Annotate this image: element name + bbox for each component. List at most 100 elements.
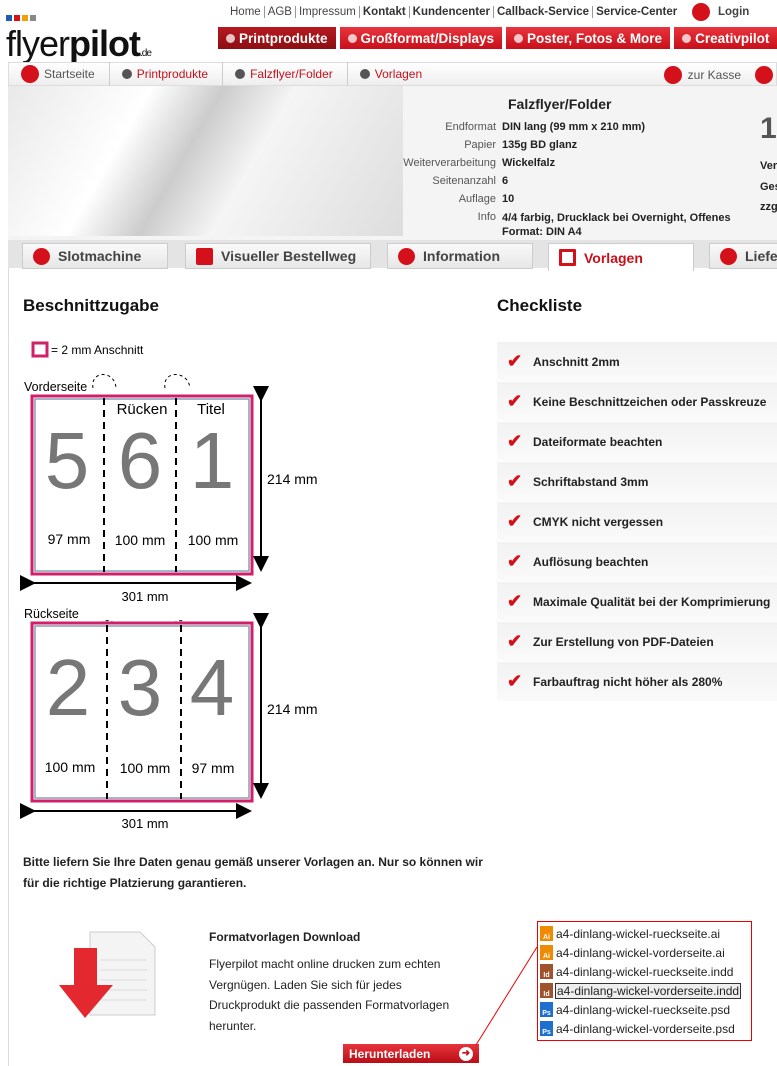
- checkmark-icon: ✔: [507, 671, 523, 691]
- gear-icon: [33, 247, 50, 265]
- panel-width: 97 mm: [48, 531, 91, 547]
- link-callback[interactable]: Callback-Service: [494, 6, 594, 18]
- checklist-label: Farbauftrag nicht höher als 280%: [533, 674, 723, 689]
- nav-label: Poster, Fotos & More: [527, 30, 663, 46]
- page-number: 1: [190, 416, 235, 505]
- file-item[interactable]: Ps a4-dinlang-wickel-rueckseite.psd: [540, 1000, 749, 1019]
- checkmark-icon: ✔: [507, 471, 523, 491]
- callout-line: [475, 946, 538, 1046]
- spec-value: Wickelfalz: [502, 157, 556, 169]
- nav-creativpilot[interactable]: Creativpilot: [674, 27, 777, 49]
- tab-slotmachine[interactable]: Slotmachine: [22, 243, 168, 269]
- bullet-icon: [514, 33, 524, 43]
- bleed-legend: = 2 mm Anschnitt: [51, 343, 144, 357]
- tab-lieferzeit[interactable]: Liefe: [709, 243, 777, 269]
- link-home[interactable]: Home: [227, 6, 265, 18]
- tab-label: Slotmachine: [58, 248, 142, 264]
- panel-width: 100 mm: [188, 532, 239, 548]
- nav-printprodukte[interactable]: Printprodukte: [218, 27, 336, 49]
- page-number: 2: [46, 643, 91, 732]
- login-button[interactable]: Login: [692, 3, 749, 21]
- file-name: a4-dinlang-wickel-rueckseite.indd: [556, 964, 734, 979]
- panel-width: 100 mm: [45, 759, 96, 775]
- nav-poster[interactable]: Poster, Fotos & More: [506, 27, 671, 49]
- height-label: 214 mm: [267, 701, 318, 717]
- checklist-item[interactable]: ✔ Dateiformate beachten: [497, 422, 777, 462]
- tab-visueller-bestellweg[interactable]: Visueller Bestellweg: [185, 243, 371, 269]
- crumb-label: Vorlagen: [374, 67, 423, 81]
- checklist-item[interactable]: ✔ Farbauftrag nicht höher als 280%: [497, 662, 777, 702]
- checklist-item[interactable]: ✔ Zur Erstellung von PDF-Dateien: [497, 622, 777, 662]
- crumb-startseite[interactable]: Startseite: [9, 62, 110, 86]
- document-icon: [559, 249, 576, 266]
- file-name: a4-dinlang-wickel-rueckseite.ai: [556, 926, 721, 941]
- spec-key: Info: [477, 211, 496, 223]
- page-number: 3: [118, 643, 163, 732]
- file-item[interactable]: Id a4-dinlang-wickel-rueckseite.indd: [540, 962, 749, 981]
- link-kontakt[interactable]: Kontakt: [359, 6, 410, 18]
- cart-icon: [663, 66, 682, 84]
- spec-key: Endformat: [445, 121, 496, 133]
- link-impressum[interactable]: Impressum: [295, 6, 360, 18]
- checklist-label: Anschnitt 2mm: [533, 354, 620, 369]
- bleed-legend-swatch: [31, 341, 49, 358]
- crumb-printprodukte[interactable]: Printprodukte: [110, 62, 224, 86]
- total-width-label: 301 mm: [122, 589, 169, 604]
- tab-vorlagen[interactable]: Vorlagen: [548, 243, 694, 271]
- file-item-selected[interactable]: Id a4-dinlang-wickel-vorderseite.indd: [540, 981, 749, 1000]
- checklist-item[interactable]: ✔ Auflösung beachten: [497, 542, 777, 582]
- checklist-label: Zur Erstellung von PDF-Dateien: [533, 634, 714, 649]
- tab-information[interactable]: Information: [387, 243, 533, 269]
- link-agb[interactable]: AGB: [264, 6, 296, 18]
- checklist-item[interactable]: ✔ Keine Beschnittzeichen oder Passkreuze: [497, 382, 777, 422]
- crumb-label: Startseite: [44, 67, 95, 81]
- nav-grossformat[interactable]: Großformat/Displays: [339, 27, 503, 49]
- photoshop-file-icon: Ps: [540, 1021, 553, 1036]
- checklist-label: CMYK nicht vergessen: [533, 514, 664, 529]
- file-name: a4-dinlang-wickel-rueckseite.psd: [556, 1002, 731, 1017]
- phone-icon[interactable]: [755, 66, 773, 84]
- spec-value: 135g BD glanz: [502, 139, 578, 151]
- nav-label: Großformat/Displays: [360, 30, 495, 46]
- checklist-label: Maximale Qualität bei der Komprimierung: [533, 594, 771, 609]
- checklist-item[interactable]: ✔ CMYK nicht vergessen: [497, 502, 777, 542]
- link-service[interactable]: Service-Center: [593, 6, 680, 18]
- checklist-item[interactable]: ✔ Maximale Qualität bei der Komprimierung: [497, 582, 777, 622]
- checkmark-icon: ✔: [507, 391, 523, 411]
- checkmark-icon: ✔: [507, 591, 523, 611]
- nav-label: Printprodukte: [239, 30, 328, 46]
- crumb-label: Printprodukte: [136, 67, 209, 81]
- photoshop-file-icon: Ps: [540, 1002, 553, 1017]
- nav-label: Creativpilot: [695, 30, 770, 46]
- lock-icon: [692, 3, 710, 21]
- checkmark-icon: ✔: [507, 351, 523, 371]
- indesign-file-icon: Id: [540, 964, 553, 979]
- file-name: a4-dinlang-wickel-vorderseite.psd: [556, 1021, 735, 1036]
- spec-key: Papier: [464, 139, 496, 151]
- speech-icon: [196, 247, 213, 265]
- indesign-file-icon: Id: [540, 983, 553, 998]
- file-item[interactable]: Ai a4-dinlang-wickel-rueckseite.ai: [540, 924, 749, 943]
- file-item[interactable]: Ai a4-dinlang-wickel-vorderseite.ai: [540, 943, 749, 962]
- tab-label: Information: [423, 248, 500, 264]
- spec-value: 4/4 farbig, Drucklack bei Overnight, Off…: [502, 212, 731, 238]
- crumb-falzflyer[interactable]: Falzflyer/Folder: [223, 62, 348, 86]
- link-kundencenter[interactable]: Kundencenter: [409, 6, 494, 18]
- tab-label: Vorlagen: [584, 249, 643, 266]
- checklist-item[interactable]: ✔ Anschnitt 2mm: [497, 342, 777, 382]
- file-item[interactable]: Ps a4-dinlang-wickel-vorderseite.psd: [540, 1019, 749, 1038]
- tab-label: Liefe: [745, 248, 777, 264]
- side-text: Ges: [760, 181, 777, 193]
- download-button-label: Herunterladen: [349, 1046, 431, 1061]
- cart-link[interactable]: zur Kasse: [663, 66, 773, 84]
- download-document-icon: [59, 931, 156, 1018]
- tab-label: Visueller Bestellweg: [221, 248, 357, 264]
- checklist-item[interactable]: ✔ Schriftabstand 3mm: [497, 462, 777, 502]
- checkmark-icon: ✔: [507, 631, 523, 651]
- checklist-label: Auflösung beachten: [533, 554, 649, 569]
- crumb-vorlagen[interactable]: Vorlagen: [348, 62, 436, 86]
- back-diagram: Rückseite 2 3 4 100 mm 100 mm 97 mm 214 …: [20, 607, 318, 831]
- spec-value: DIN lang (99 mm x 210 mm): [502, 121, 646, 133]
- panel-width: 100 mm: [115, 532, 166, 548]
- front-label: Vorderseite: [24, 380, 87, 394]
